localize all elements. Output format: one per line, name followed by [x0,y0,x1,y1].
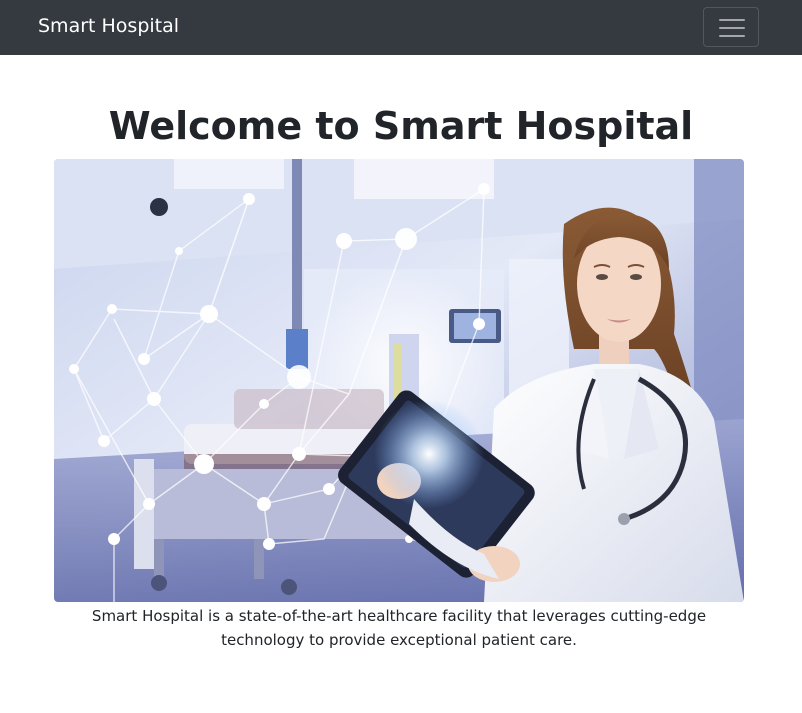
hero-image [54,159,744,602]
page-description: Smart Hospital is a state-of-the-art hea… [91,607,707,649]
page-title: Welcome to Smart Hospital [108,104,694,148]
navbar-toggle-button[interactable] [703,7,759,47]
navbar-brand[interactable]: Smart Hospital [38,15,179,37]
top-navbar: Smart Hospital [0,0,802,55]
